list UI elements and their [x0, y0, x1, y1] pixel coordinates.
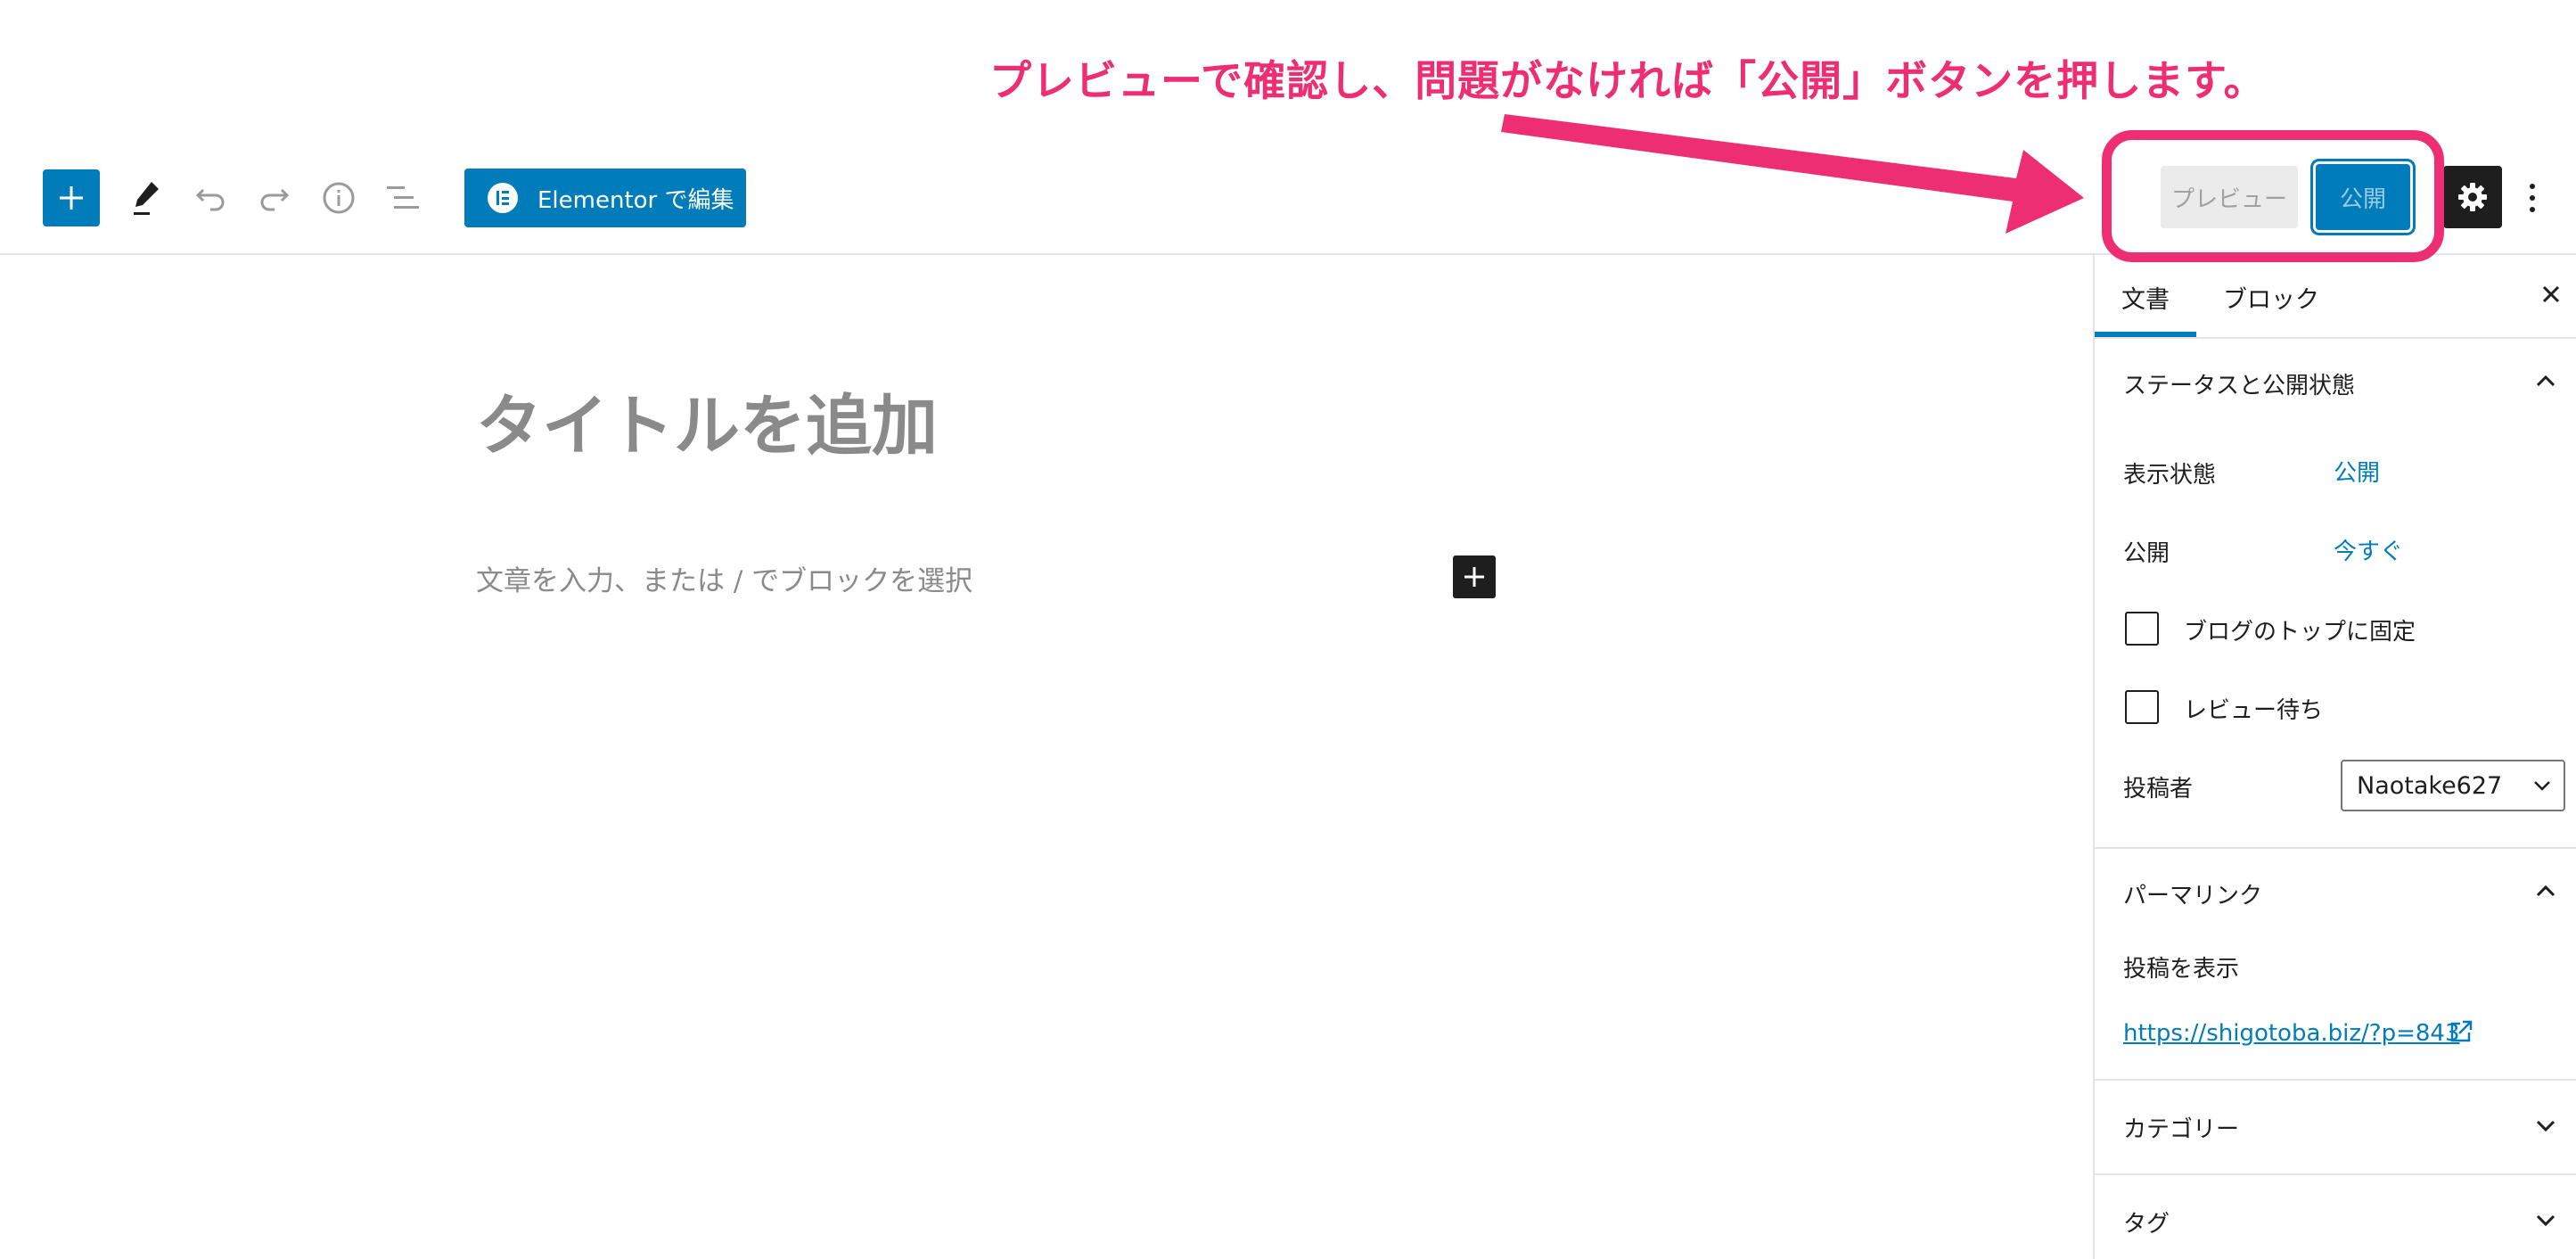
author-label: 投稿者 [2123, 776, 2194, 802]
block-inserter-button[interactable] [43, 169, 100, 226]
tab-document[interactable]: 文書 [2121, 280, 2170, 315]
tab-block[interactable]: ブロック [2223, 280, 2319, 315]
more-options-button[interactable] [2514, 169, 2551, 226]
publish-highlight-frame [2102, 130, 2444, 262]
edit-with-elementor-button[interactable]: Elementor で編集 [464, 169, 746, 227]
chevron-up-icon[interactable] [2531, 877, 2560, 906]
permalink-link[interactable]: https://shigotoba.biz/?p=843 [2123, 1020, 2460, 1047]
status-panel-toggle[interactable]: ステータスと公開状態 [2123, 367, 2355, 400]
sticky-label: ブログのトップに固定 [2184, 619, 2416, 646]
plus-icon [1464, 567, 1484, 587]
tools-button[interactable] [127, 177, 166, 219]
elementor-button-label: Elementor で編集 [537, 186, 734, 214]
close-icon[interactable] [2537, 280, 2565, 309]
redo-icon [260, 188, 290, 211]
sidebar-tabs: 文書 ブロック [2095, 253, 2576, 339]
external-link-icon[interactable] [2448, 1018, 2474, 1045]
pencil-icon [134, 182, 159, 215]
tag-panel-toggle[interactable]: タグ [2123, 1206, 2170, 1238]
panel-divider [2095, 847, 2576, 849]
publish-date-toggle[interactable]: 今すぐ [2334, 533, 2403, 566]
plus-icon [60, 186, 83, 210]
undo-button[interactable] [191, 178, 230, 218]
list-view-icon [387, 186, 419, 209]
view-post-label: 投稿を表示 [2123, 956, 2240, 983]
chevron-down-icon [2534, 781, 2550, 791]
list-view-button[interactable] [383, 178, 422, 218]
chevron-down-icon[interactable] [2531, 1206, 2560, 1234]
visibility-toggle[interactable]: 公開 [2334, 455, 2380, 488]
chevron-up-icon[interactable] [2531, 367, 2560, 396]
gear-icon [2458, 183, 2487, 211]
pending-review-label: レビュー待ち [2184, 697, 2324, 724]
details-button[interactable] [319, 178, 358, 218]
elementor-logo-icon [488, 183, 518, 213]
publish-date-label: 公開 [2123, 540, 2170, 567]
paragraph-block-input[interactable]: 文章を入力、または / でブロックを選択 [476, 558, 972, 598]
author-select[interactable]: Naotake627 [2341, 760, 2565, 811]
permalink-panel-toggle[interactable]: パーマリンク [2123, 877, 2262, 910]
info-icon [323, 182, 355, 214]
chevron-down-icon[interactable] [2531, 1111, 2560, 1140]
undo-icon [195, 188, 225, 211]
redo-button[interactable] [255, 178, 294, 218]
settings-sidebar: 文書 ブロック ステータスと公開状態 表示状態 公開 公開 今すぐ ブログのトッ… [2093, 253, 2576, 1259]
post-title-input[interactable]: タイトルを追加 [476, 373, 938, 468]
pending-review-checkbox[interactable] [2125, 690, 2159, 724]
author-select-value: Naotake627 [2357, 771, 2503, 800]
category-panel-toggle[interactable]: カテゴリー [2123, 1111, 2239, 1144]
active-tab-indicator [2095, 332, 2196, 337]
sticky-checkbox[interactable] [2125, 612, 2159, 646]
more-vertical-icon [2530, 184, 2535, 212]
panel-divider [2095, 1173, 2576, 1175]
inline-block-inserter-button[interactable] [1453, 555, 1496, 598]
settings-button[interactable] [2443, 166, 2502, 228]
panel-divider [2095, 1079, 2576, 1081]
visibility-label: 表示状態 [2123, 462, 2217, 489]
